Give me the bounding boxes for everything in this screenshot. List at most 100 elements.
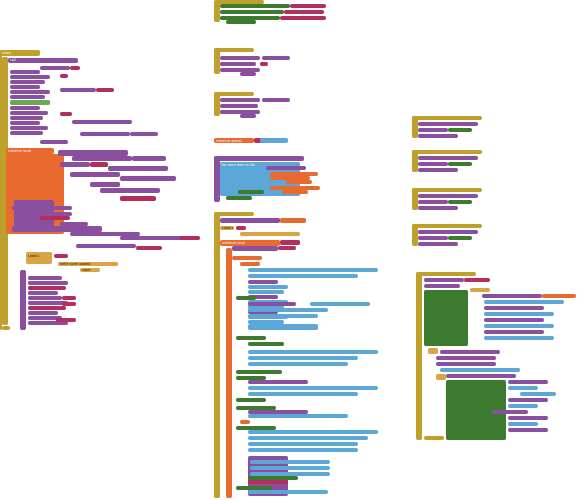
event-block-footer[interactable] xyxy=(424,436,444,440)
value-block[interactable] xyxy=(280,218,306,223)
text-block[interactable] xyxy=(60,112,72,116)
text-block[interactable] xyxy=(62,302,76,306)
value-block[interactable] xyxy=(418,122,478,126)
value-block[interactable] xyxy=(250,466,330,470)
value-block[interactable] xyxy=(60,162,90,167)
value-block[interactable] xyxy=(80,132,130,136)
component-block[interactable] xyxy=(220,4,290,8)
call-procedure-block[interactable] xyxy=(220,218,280,223)
value-block[interactable] xyxy=(248,448,358,452)
value-block[interactable] xyxy=(484,318,544,322)
value-block[interactable] xyxy=(418,156,478,160)
value-block[interactable] xyxy=(418,242,458,246)
value-block[interactable] xyxy=(90,182,120,187)
value-block[interactable] xyxy=(220,56,260,60)
value-block[interactable] xyxy=(120,176,176,181)
value-block[interactable] xyxy=(248,414,348,418)
value-block[interactable] xyxy=(418,230,478,234)
component-block[interactable] xyxy=(236,296,256,300)
value-block[interactable] xyxy=(10,75,50,79)
value-block[interactable] xyxy=(10,121,40,125)
value-block[interactable] xyxy=(72,120,132,124)
value-block[interactable] xyxy=(10,116,43,120)
text-block[interactable] xyxy=(40,216,70,220)
text-block[interactable] xyxy=(290,4,326,8)
procedure-slot[interactable] xyxy=(20,270,26,330)
component-block[interactable] xyxy=(226,196,252,200)
value-block[interactable] xyxy=(440,350,500,354)
value-block[interactable] xyxy=(508,428,548,432)
value-block[interactable] xyxy=(72,156,132,161)
value-block[interactable] xyxy=(220,98,260,102)
local-block-spine[interactable] xyxy=(226,248,232,498)
event-block-header[interactable] xyxy=(214,212,254,216)
value-block[interactable] xyxy=(248,442,358,446)
value-block[interactable] xyxy=(248,285,288,289)
text-block[interactable] xyxy=(90,162,108,167)
text-block[interactable] xyxy=(278,246,296,250)
blocks-workspace[interactable]: when call initialize local Label1 Infile non… xyxy=(0,0,580,500)
text-block[interactable] xyxy=(260,138,288,143)
value-block[interactable] xyxy=(508,416,548,420)
component-block[interactable] xyxy=(220,10,284,14)
value-block[interactable] xyxy=(508,398,548,402)
value-block[interactable] xyxy=(484,306,544,310)
value-block[interactable] xyxy=(248,324,318,330)
if-block[interactable] xyxy=(470,288,490,292)
text-block[interactable] xyxy=(96,88,114,92)
text-block[interactable] xyxy=(56,318,76,322)
value-block[interactable] xyxy=(240,232,300,236)
value-block[interactable] xyxy=(10,80,45,84)
call-procedure-block[interactable] xyxy=(8,58,78,63)
component-block[interactable] xyxy=(238,190,264,194)
component-block[interactable] xyxy=(226,20,256,24)
text-block[interactable] xyxy=(120,196,156,201)
value-block[interactable] xyxy=(248,490,328,494)
value-block[interactable] xyxy=(262,56,290,60)
value-block[interactable] xyxy=(240,420,250,424)
procedure-header[interactable] xyxy=(214,156,304,161)
event-block-spine[interactable] xyxy=(214,212,220,498)
text-block[interactable] xyxy=(236,226,246,230)
text-block[interactable] xyxy=(62,296,76,300)
event-block-header[interactable] xyxy=(416,272,476,276)
value-block[interactable] xyxy=(10,95,45,99)
component-block[interactable] xyxy=(424,290,468,346)
value-block[interactable] xyxy=(286,180,312,184)
value-block[interactable] xyxy=(482,294,542,298)
value-block[interactable] xyxy=(484,336,554,340)
event-block-footer[interactable] xyxy=(2,326,10,330)
value-block[interactable] xyxy=(28,286,66,290)
value-block[interactable] xyxy=(262,98,290,102)
value-block[interactable] xyxy=(10,126,48,130)
value-block[interactable] xyxy=(240,72,256,76)
value-block[interactable] xyxy=(440,368,520,372)
value-block[interactable] xyxy=(28,276,62,280)
value-block[interactable] xyxy=(418,236,448,240)
text-block[interactable] xyxy=(70,66,80,70)
value-block[interactable] xyxy=(508,386,538,390)
text-block[interactable] xyxy=(284,10,324,14)
value-block[interactable] xyxy=(542,294,576,298)
logic-block[interactable] xyxy=(10,100,50,105)
value-block[interactable] xyxy=(10,111,48,115)
event-block-spine[interactable] xyxy=(416,272,422,440)
value-block[interactable] xyxy=(418,162,448,166)
value-block[interactable] xyxy=(40,66,70,70)
value-block[interactable] xyxy=(10,70,40,74)
value-block[interactable] xyxy=(508,422,538,426)
value-block[interactable] xyxy=(248,314,318,318)
value-block[interactable] xyxy=(220,104,258,108)
component-block[interactable] xyxy=(448,162,472,166)
if-block[interactable] xyxy=(240,262,260,266)
value-block[interactable] xyxy=(418,200,448,204)
text-block[interactable] xyxy=(180,236,200,240)
value-block[interactable] xyxy=(248,302,296,306)
text-block[interactable] xyxy=(280,16,326,20)
value-block[interactable] xyxy=(484,324,554,328)
value-block[interactable] xyxy=(508,404,538,408)
value-block[interactable] xyxy=(248,274,358,278)
component-block[interactable] xyxy=(236,398,266,402)
value-block[interactable] xyxy=(232,246,278,251)
value-block[interactable] xyxy=(418,168,458,172)
